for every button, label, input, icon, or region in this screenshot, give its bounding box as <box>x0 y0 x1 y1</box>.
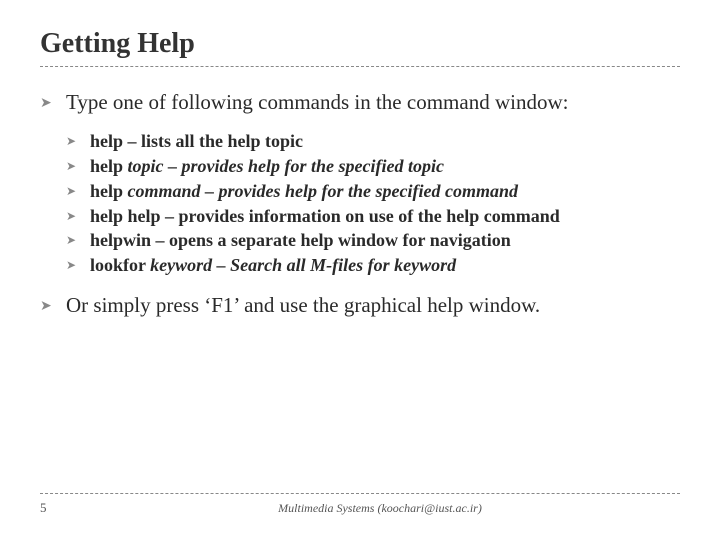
sub-item: ➤lookfor keyword – Search all M-files fo… <box>66 254 680 278</box>
slide-title: Getting Help <box>40 28 680 60</box>
sub-item: ➤helpwin – opens a separate help window … <box>66 229 680 253</box>
sub-item: ➤help – lists all the help topic <box>66 130 680 154</box>
title-divider <box>40 66 680 67</box>
bullet-text: Or simply press ‘F1’ and use the graphic… <box>66 292 540 319</box>
bullet-icon: ➤ <box>66 180 90 198</box>
sub-text: help command – provides help for the spe… <box>90 180 518 204</box>
bullet-icon: ➤ <box>66 254 90 272</box>
footer: 5 Multimedia Systems (koochari@iust.ac.i… <box>40 493 680 516</box>
bullet-item: ➤Type one of following commands in the c… <box>40 89 680 116</box>
sub-text: lookfor keyword – Search all M-files for… <box>90 254 456 278</box>
bullet-icon: ➤ <box>66 130 90 148</box>
page-number: 5 <box>40 500 80 516</box>
sub-item: ➤help command – provides help for the sp… <box>66 180 680 204</box>
sub-text: help – lists all the help topic <box>90 130 303 154</box>
sub-text: help help – provides information on use … <box>90 205 560 229</box>
bullet-item: ➤Or simply press ‘F1’ and use the graphi… <box>40 292 680 319</box>
bullet-icon: ➤ <box>40 292 66 314</box>
bullet-icon: ➤ <box>66 155 90 173</box>
footer-text: Multimedia Systems (koochari@iust.ac.ir) <box>80 501 680 516</box>
content-area: ➤Type one of following commands in the c… <box>40 89 680 319</box>
sub-text: help topic – provides help for the speci… <box>90 155 444 179</box>
sub-item: ➤help topic – provides help for the spec… <box>66 155 680 179</box>
bullet-icon: ➤ <box>40 89 66 111</box>
bullet-icon: ➤ <box>66 229 90 247</box>
bullet-icon: ➤ <box>66 205 90 223</box>
sub-text: helpwin – opens a separate help window f… <box>90 229 511 253</box>
sub-item: ➤help help – provides information on use… <box>66 205 680 229</box>
bullet-text: Type one of following commands in the co… <box>66 89 568 116</box>
sub-list: ➤help – lists all the help topic➤help to… <box>40 130 680 278</box>
